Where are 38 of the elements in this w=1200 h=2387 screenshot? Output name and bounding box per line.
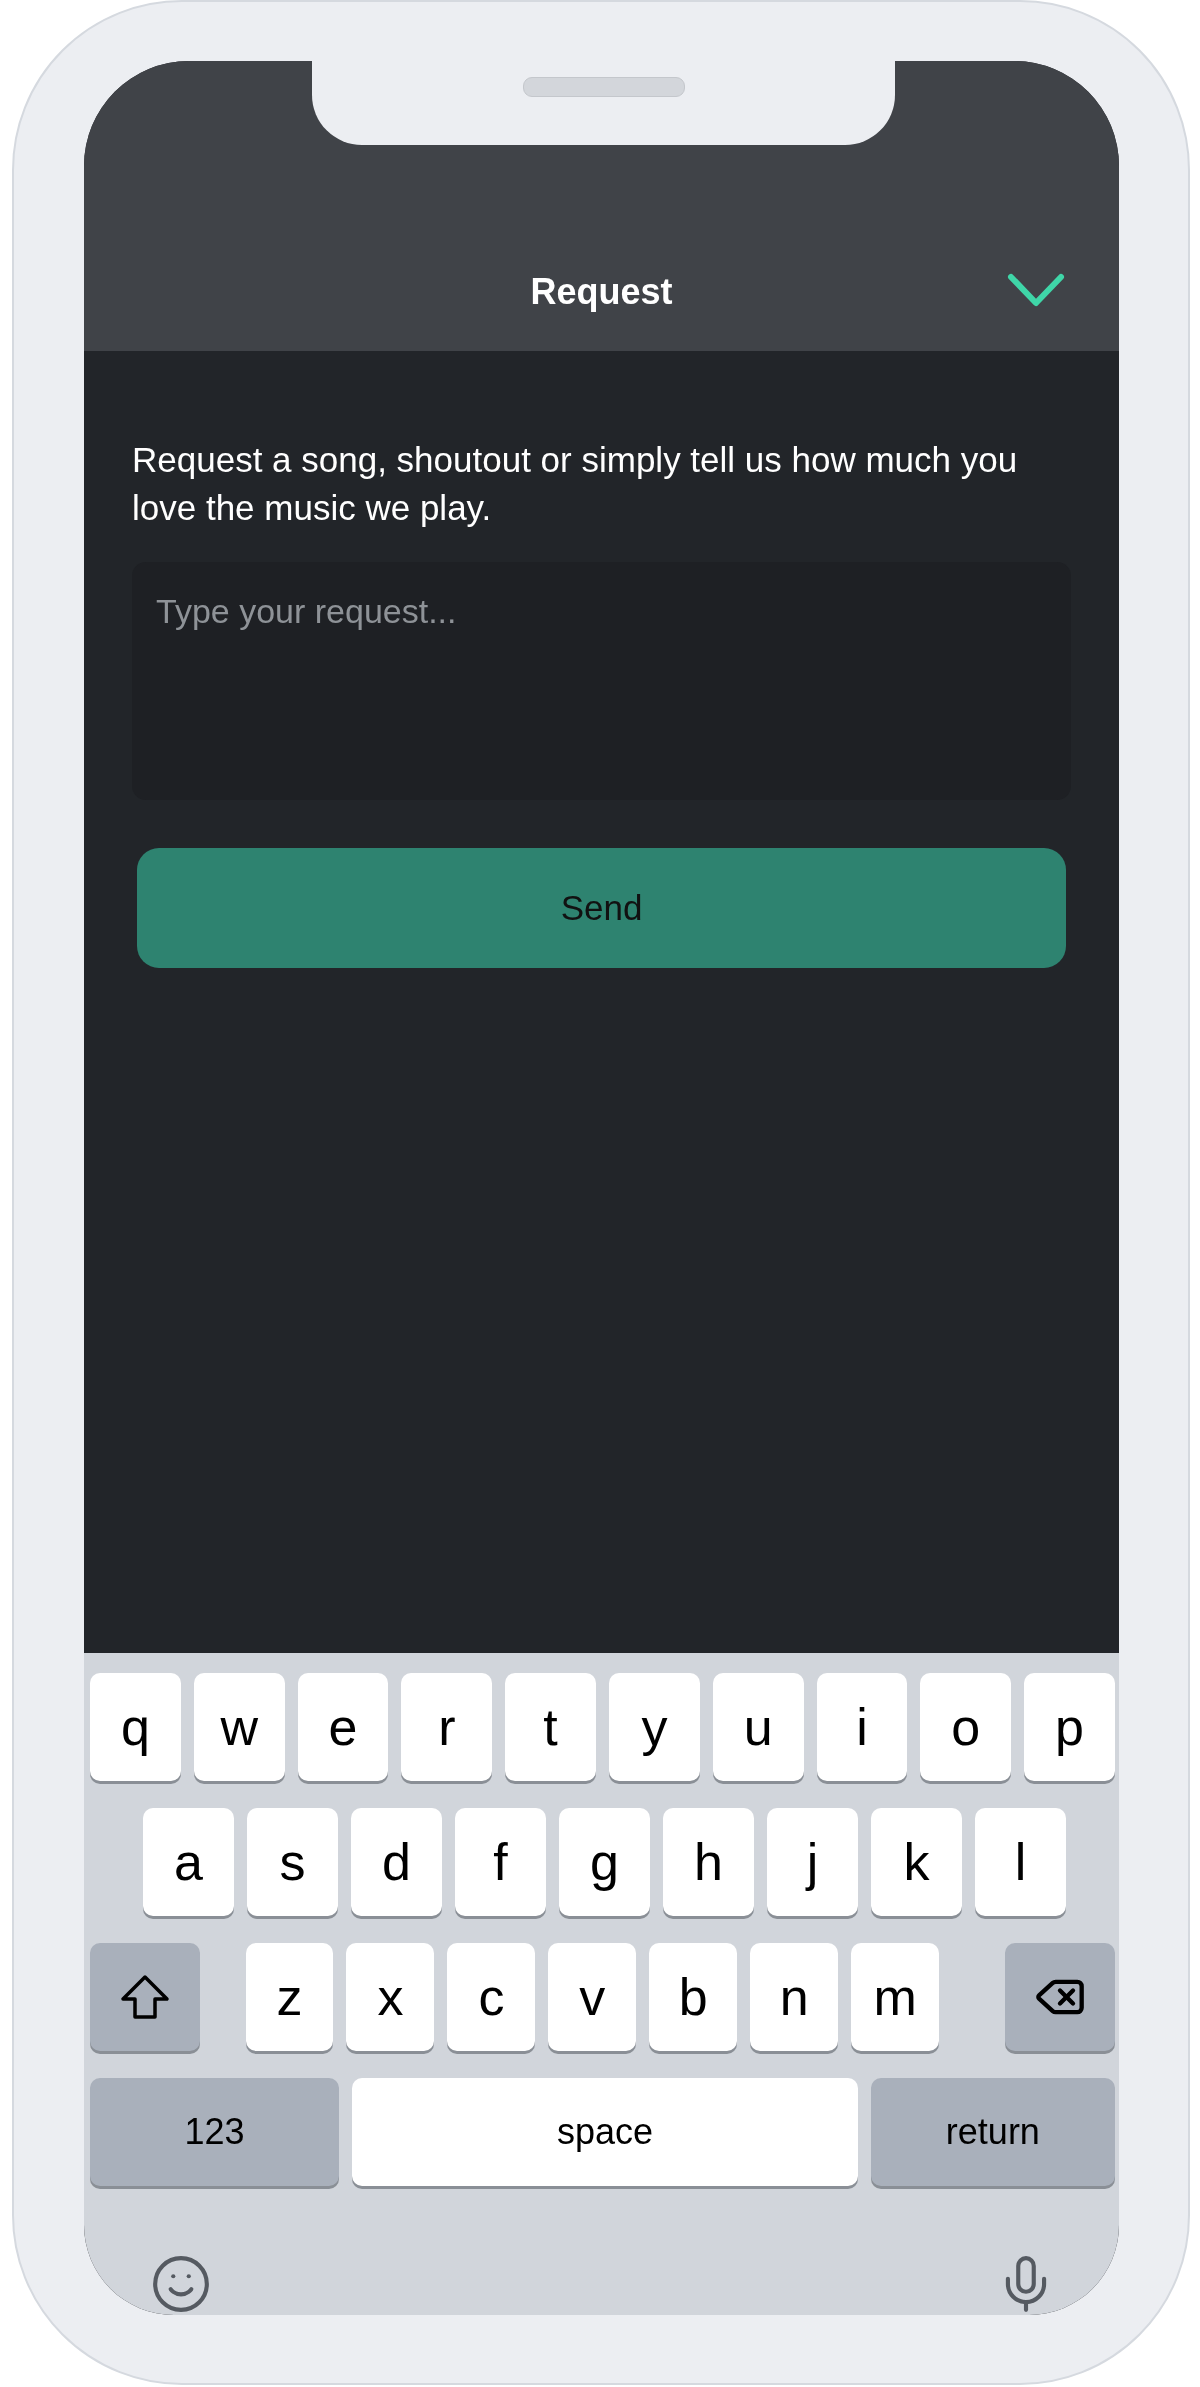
keyboard-key[interactable]: t: [505, 1673, 596, 1781]
return-key[interactable]: return: [870, 2078, 1115, 2186]
keyboard-key[interactable]: f: [455, 1808, 546, 1916]
keyboard-key[interactable]: v: [548, 1943, 637, 2051]
keyboard-key[interactable]: o: [920, 1673, 1012, 1781]
keyboard-key[interactable]: w: [193, 1673, 285, 1781]
keyboard-key[interactable]: j: [767, 1808, 858, 1916]
keyboard-key[interactable]: s: [247, 1808, 338, 1916]
keyboard-key[interactable]: b: [649, 1943, 738, 2051]
keyboard-key[interactable]: g: [559, 1808, 650, 1916]
keyboard-key[interactable]: c: [447, 1943, 536, 2051]
keyboard-key[interactable]: m: [851, 1943, 940, 2051]
keyboard-key[interactable]: k: [871, 1808, 962, 1916]
checkmark-icon[interactable]: [1007, 273, 1065, 309]
keyboard-key[interactable]: z: [245, 1943, 334, 2051]
numbers-key[interactable]: 123: [90, 2078, 340, 2186]
keyboard-key[interactable]: u: [712, 1673, 804, 1781]
emoji-icon[interactable]: [150, 2253, 212, 2315]
keyboard-key[interactable]: q: [90, 1673, 181, 1781]
keyboard-key[interactable]: a: [143, 1808, 234, 1916]
keyboard-key[interactable]: x: [346, 1943, 435, 2051]
shift-key[interactable]: [90, 1943, 201, 2051]
description-text: Request a song, shoutout or simply tell us how much you love the music we play.: [132, 439, 1019, 529]
delete-key[interactable]: [1004, 1943, 1115, 2051]
screen-title: Request: [530, 271, 673, 313]
keyboard-key[interactable]: p: [1024, 1673, 1115, 1781]
keyboard-key[interactable]: i: [816, 1673, 908, 1781]
send-button[interactable]: Send: [137, 848, 1066, 968]
keyboard-key[interactable]: d: [351, 1808, 442, 1916]
keyboard-key[interactable]: e: [297, 1673, 389, 1781]
space-key[interactable]: space: [352, 2078, 858, 2186]
keyboard-key[interactable]: n: [750, 1943, 839, 2051]
keyboard-key[interactable]: h: [663, 1808, 754, 1916]
keyboard-key[interactable]: y: [609, 1673, 700, 1781]
keyboard-key[interactable]: r: [401, 1673, 493, 1781]
keyboard-key[interactable]: l: [975, 1808, 1066, 1916]
shift-icon: [119, 1973, 172, 2021]
request-field[interactable]: Type your request...: [132, 562, 1071, 800]
